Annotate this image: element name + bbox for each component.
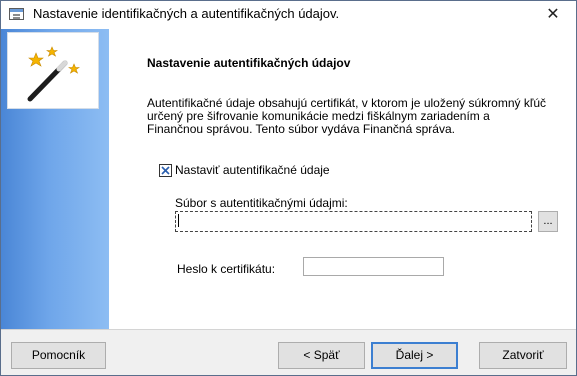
auth-checkbox[interactable] <box>159 164 172 177</box>
file-field-label: Súbor s autentitikačnými údajmi: <box>175 196 348 210</box>
browse-button[interactable]: ... <box>538 211 558 232</box>
close-button[interactable]: Zatvoriť <box>479 342 567 369</box>
page-heading: Nastavenie autentifikačných údajov <box>147 56 351 70</box>
title-bar[interactable]: Nastavenie identifikačných a autentifika… <box>1 1 576 29</box>
window-title: Nastavenie identifikačných a autentifika… <box>33 6 340 21</box>
wizard-sidebar <box>1 29 109 329</box>
magic-wand-icon <box>27 46 80 102</box>
auth-checkbox-label[interactable]: Nastaviť autentifikačné údaje <box>175 163 330 177</box>
certificate-password-input[interactable] <box>303 257 444 276</box>
wizard-banner <box>7 32 99 109</box>
password-field-label: Heslo k certifikátu: <box>177 262 276 276</box>
wizard-content: Nastavenie autentifikačných údajov Auten… <box>1 29 576 329</box>
certificate-file-input[interactable] <box>175 211 532 232</box>
wizard-window: Nastavenie identifikačných a autentifika… <box>0 0 577 376</box>
back-button[interactable]: < Späť <box>278 342 365 369</box>
page-description: Autentifikačné údaje obsahujú certifikát… <box>147 96 547 136</box>
app-window-icon <box>9 8 24 20</box>
next-button[interactable]: Ďalej > <box>371 342 458 369</box>
help-button[interactable]: Pomocník <box>11 342 106 369</box>
checkmark-icon <box>161 166 170 175</box>
window-close-button[interactable]: ✕ <box>530 1 576 29</box>
footer-divider <box>1 329 576 330</box>
wizard-page: Nastavenie autentifikačných údajov Auten… <box>109 29 576 329</box>
